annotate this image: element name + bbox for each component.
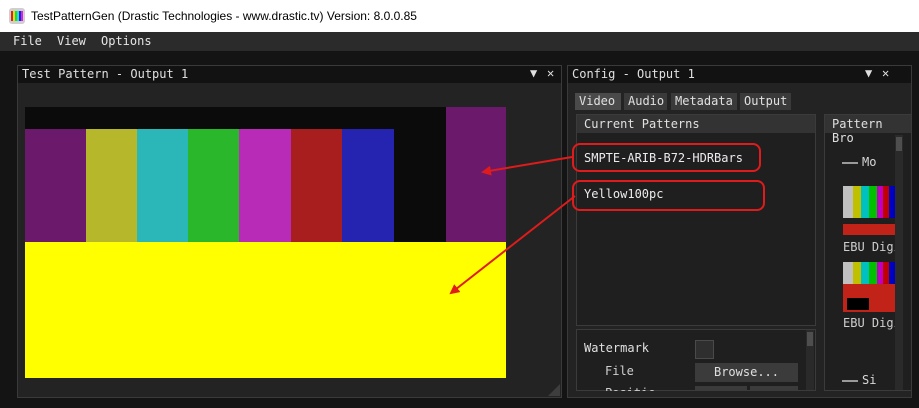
- watermark-label: Watermark: [584, 341, 650, 355]
- config-panel-header[interactable]: Config - Output 1 ▼ ✕: [568, 66, 911, 83]
- pattern-browser-size-label: Si: [862, 373, 877, 387]
- title-bar: TestPatternGen (Drastic Technologies - w…: [0, 0, 919, 32]
- pin-icon[interactable]: ▼: [530, 66, 537, 80]
- window-title: TestPatternGen (Drastic Technologies - w…: [31, 9, 417, 23]
- color-bar: [86, 129, 137, 242]
- config-panel-title: Config - Output 1: [572, 67, 695, 81]
- tab-output[interactable]: Output: [740, 93, 791, 110]
- pattern-thumbnail-label: EBU Digi: [843, 240, 901, 254]
- menu-file[interactable]: File: [13, 34, 42, 48]
- test-pattern-panel-header[interactable]: Test Pattern - Output 1 ▼ ✕: [18, 66, 561, 83]
- resize-grip-icon[interactable]: [546, 384, 560, 396]
- color-bar: [188, 129, 239, 242]
- watermark-checkbox[interactable]: [695, 340, 714, 359]
- mode-dash-icon: [842, 162, 858, 164]
- close-icon[interactable]: ✕: [882, 66, 889, 80]
- color-bar: [394, 129, 446, 242]
- callout-highlight: [572, 143, 761, 172]
- menu-view[interactable]: View: [57, 34, 86, 48]
- position-field[interactable]: [695, 386, 747, 391]
- pattern-browser-header: Pattern Bro: [825, 115, 911, 145]
- tab-video[interactable]: Video: [575, 93, 621, 110]
- menu-bar: File View Options: [0, 32, 919, 51]
- color-bar: [291, 129, 342, 242]
- callout-highlight: [572, 180, 765, 211]
- pattern-thumbnail[interactable]: [843, 262, 895, 312]
- app-icon: [9, 8, 25, 24]
- pattern-thumbnail[interactable]: [843, 186, 895, 235]
- pattern-thumbnail-label: EBU Digi: [843, 316, 901, 330]
- watermark-position-label: Positio: [605, 386, 656, 391]
- pin-icon[interactable]: ▼: [865, 66, 872, 80]
- scrollbar-thumb[interactable]: [807, 332, 813, 346]
- color-bar: [25, 129, 86, 242]
- position-field[interactable]: [750, 386, 798, 391]
- test-pattern-preview: [25, 107, 506, 378]
- menu-options[interactable]: Options: [101, 34, 152, 48]
- pattern-browser-mode-label: Mo: [862, 155, 877, 169]
- color-bar: [342, 129, 394, 242]
- color-bar: [446, 107, 506, 242]
- watermark-scrollbar[interactable]: [806, 330, 814, 390]
- watermark-file-label: File: [605, 364, 634, 378]
- color-bar: [137, 129, 188, 242]
- tab-metadata[interactable]: Metadata: [671, 93, 737, 110]
- test-pattern-panel-title: Test Pattern - Output 1: [22, 67, 189, 81]
- yellow-pattern-area: [25, 242, 506, 378]
- current-patterns-header: Current Patterns: [577, 115, 815, 133]
- size-dash-icon: [842, 380, 858, 382]
- close-icon[interactable]: ✕: [547, 66, 554, 80]
- browse-button[interactable]: Browse...: [695, 363, 798, 382]
- scrollbar-thumb[interactable]: [896, 137, 902, 151]
- color-bar: [239, 129, 291, 242]
- tab-audio[interactable]: Audio: [624, 93, 667, 110]
- pattern-browser-scrollbar[interactable]: [895, 135, 903, 390]
